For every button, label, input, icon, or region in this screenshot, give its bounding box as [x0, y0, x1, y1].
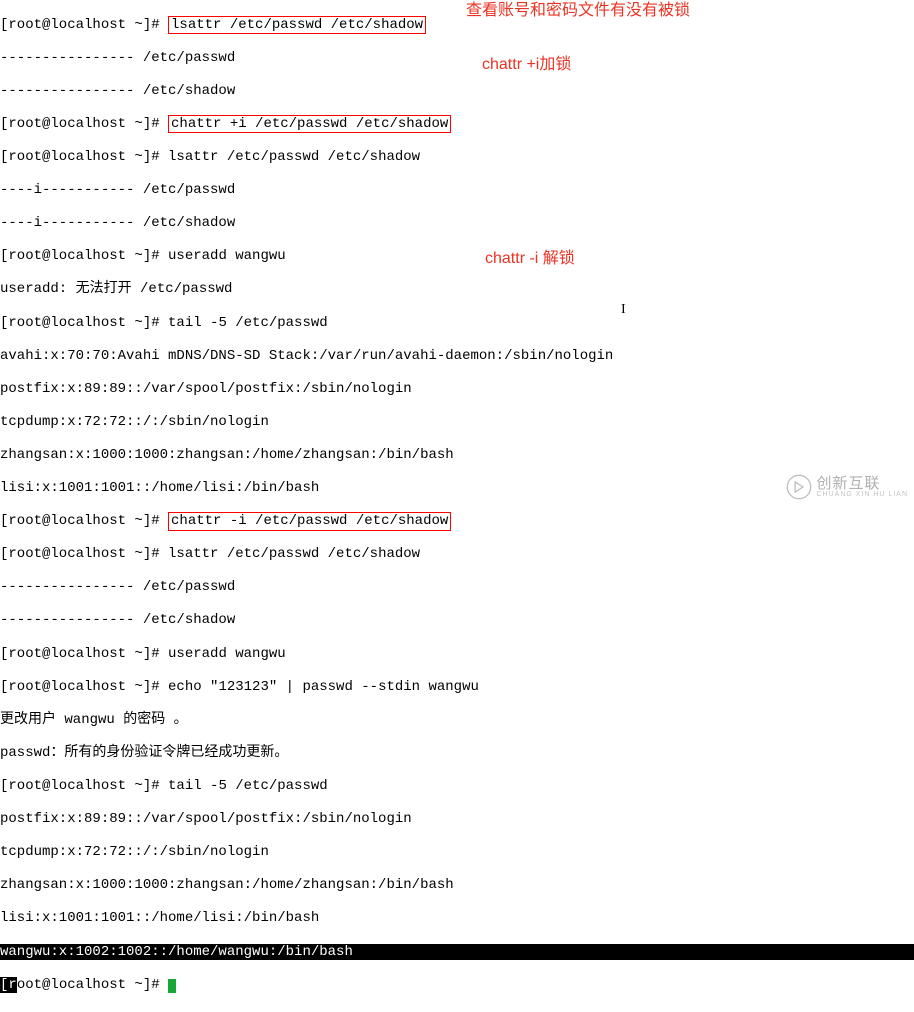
out-zhangsan-1: zhangsan:x:1000:1000:zhangsan:/home/zhan…: [0, 447, 914, 464]
cmd-lsattr-1: lsattr /etc/passwd /etc/shadow: [168, 16, 426, 35]
cmd-tail-2: tail -5 /etc/passwd: [168, 778, 328, 794]
prompt: [root@localhost ~]#: [0, 149, 168, 165]
out-wangwu: wangwu:x:1002:1002::/home/wangwu:/bin/ba…: [0, 944, 353, 960]
out-tcpdump-2: tcpdump:x:72:72::/:/sbin/nologin: [0, 844, 914, 861]
out-attr-pw-on: ----i----------- /etc/passwd: [0, 182, 914, 199]
out-useradd-fail: useradd: 无法打开 /etc/passwd: [0, 281, 914, 298]
cmd-echo-pw: echo "123123" | passwd --stdin wangwu: [168, 679, 479, 695]
out-attr-pw-off-2: ---------------- /etc/passwd: [0, 579, 914, 596]
watermark: 创新互联 CHUANG XIN HU LIAN: [786, 474, 908, 500]
text-caret-icon: I: [621, 302, 626, 319]
cmd-chattr-add: chattr +i /etc/passwd /etc/shadow: [168, 115, 451, 134]
out-zhangsan-2: zhangsan:x:1000:1000:zhangsan:/home/zhan…: [0, 877, 914, 894]
out-attr-sh-on: ----i----------- /etc/shadow: [0, 215, 914, 232]
highlight-pad: [353, 944, 914, 961]
out-attr-pw-off-1: ---------------- /etc/passwd: [0, 50, 914, 67]
annotation-chattr-add: chattr +i加锁: [482, 56, 571, 75]
cmd-lsattr-2: lsattr /etc/passwd /etc/shadow: [168, 149, 420, 165]
prompt: [root@localhost ~]#: [0, 315, 168, 331]
annotation-chattr-rm: chattr -i 解锁: [485, 250, 575, 269]
cmd-tail-1: tail -5 /etc/passwd: [168, 315, 328, 331]
prompt: [root@localhost ~]#: [0, 646, 168, 662]
prompt: [root@localhost ~]#: [0, 116, 168, 132]
cmd-chattr-rm: chattr -i /etc/passwd /etc/shadow: [168, 512, 451, 531]
highlight-carry: [r: [0, 977, 17, 993]
terminal-output[interactable]: [root@localhost ~]# lsattr /etc/passwd /…: [0, 0, 914, 1012]
cmd-lsattr-3: lsattr /etc/passwd /etc/shadow: [168, 546, 420, 562]
prompt: [root@localhost ~]#: [0, 778, 168, 794]
logo-icon: [786, 474, 812, 500]
prompt: [root@localhost ~]#: [0, 679, 168, 695]
out-postfix-1: postfix:x:89:89::/var/spool/postfix:/sbi…: [0, 381, 914, 398]
cursor-icon: [168, 979, 176, 993]
prompt: [root@localhost ~]#: [0, 17, 168, 33]
cmd-useradd-1: useradd wangwu: [168, 248, 286, 264]
prompt: [root@localhost ~]#: [0, 248, 168, 264]
prompt: [root@localhost ~]#: [0, 546, 168, 562]
cmd-useradd-2: useradd wangwu: [168, 646, 286, 662]
out-attr-sh-off-2: ---------------- /etc/shadow: [0, 612, 914, 629]
out-attr-sh-off-1: ---------------- /etc/shadow: [0, 83, 914, 100]
prompt-rest: oot@localhost ~]#: [17, 977, 168, 993]
annotation-check-lock: 查看账号和密码文件有没有被锁: [466, 2, 690, 21]
out-tcpdump-1: tcpdump:x:72:72::/:/sbin/nologin: [0, 414, 914, 431]
watermark-sub: CHUANG XIN HU LIAN: [816, 491, 908, 499]
out-avahi-1: avahi:x:70:70:Avahi mDNS/DNS-SD Stack:/v…: [0, 348, 914, 365]
out-passwd-msg1: 更改用户 wangwu 的密码 。: [0, 712, 914, 729]
out-lisi-1: lisi:x:1001:1001::/home/lisi:/bin/bash: [0, 480, 914, 497]
out-lisi-2: lisi:x:1001:1001::/home/lisi:/bin/bash: [0, 910, 914, 927]
prompt: [root@localhost ~]#: [0, 513, 168, 529]
out-passwd-msg2: passwd：所有的身份验证令牌已经成功更新。: [0, 745, 914, 762]
out-postfix-2: postfix:x:89:89::/var/spool/postfix:/sbi…: [0, 811, 914, 828]
